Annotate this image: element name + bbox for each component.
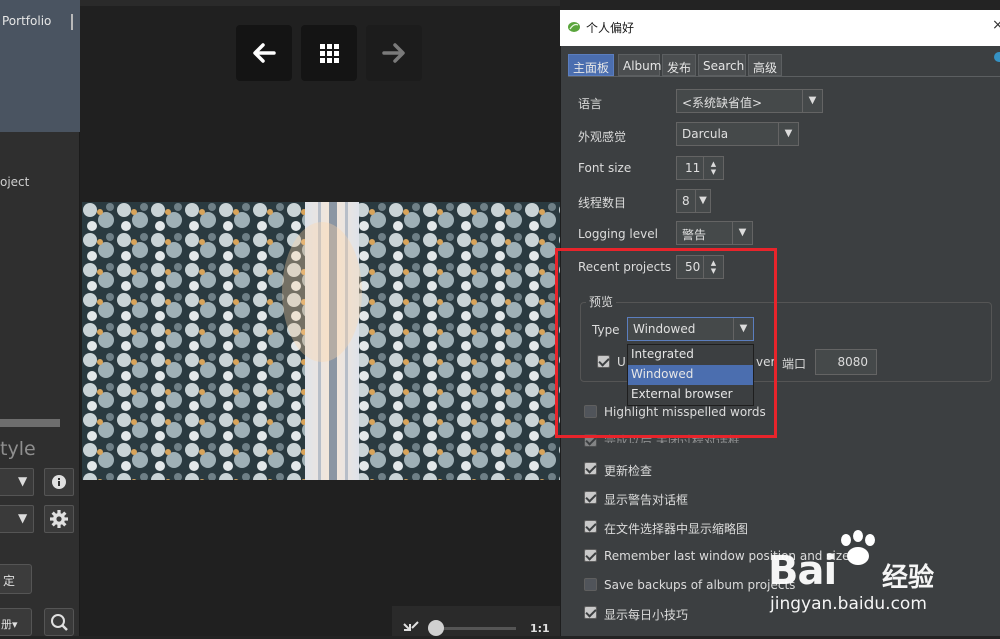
chevron-down-icon: ▼ xyxy=(18,511,28,525)
look-feel-select[interactable]: Darcula ▼ xyxy=(676,122,799,146)
forward-arrow-icon xyxy=(382,43,405,63)
watermark-brand: Bai xyxy=(768,548,837,594)
language-select[interactable]: <系统缺省值> ▼ xyxy=(676,89,823,113)
file-chooser-thumbnails-label: 在文件选择器中显示缩略图 xyxy=(604,522,749,536)
apply-label: 定 xyxy=(3,574,16,588)
show-warnings-label: 显示警告对话框 xyxy=(604,493,689,507)
portfolio-title: Portfolio xyxy=(2,14,52,28)
apply-button[interactable]: 定 xyxy=(0,564,32,594)
logging-level-label: Logging level xyxy=(578,227,658,241)
port-label: 端口 xyxy=(782,357,807,371)
file-chooser-thumbnails-checkbox[interactable] xyxy=(584,520,597,533)
project-label[interactable]: oject xyxy=(0,175,29,189)
tab-advanced[interactable]: 高级 xyxy=(748,54,782,76)
top-toolbar xyxy=(80,0,560,6)
language-label: 语言 xyxy=(578,97,603,111)
album-select-label: 册▾ xyxy=(1,618,18,631)
zoom-slider-handle[interactable] xyxy=(428,620,444,636)
chevron-down-icon: ▼ xyxy=(732,222,752,244)
tab-main[interactable]: 主面板 xyxy=(568,54,614,76)
grid-icon xyxy=(320,44,339,63)
save-backups-label: Save backups of album projects xyxy=(604,578,796,592)
font-size-label: Font size xyxy=(578,161,632,175)
look-feel-value: Darcula xyxy=(682,127,729,141)
gear-icon xyxy=(50,510,68,528)
spinner-arrows-icon[interactable]: ▲ ▼ xyxy=(703,157,723,179)
settings-button[interactable] xyxy=(44,505,74,533)
style-select-2[interactable] xyxy=(0,505,34,533)
tab-divider xyxy=(568,76,1000,77)
info-icon xyxy=(52,475,66,489)
paw-logo-icon xyxy=(836,530,884,573)
tab-album[interactable]: Album xyxy=(618,54,661,76)
look-feel-label: 外观感觉 xyxy=(578,130,627,144)
daily-tips-label: 显示每日小技巧 xyxy=(604,608,689,622)
save-backups-checkbox[interactable] xyxy=(584,578,597,591)
splitter-handle[interactable] xyxy=(71,14,73,30)
app-leaf-icon xyxy=(567,20,581,37)
style-select-1[interactable] xyxy=(0,468,34,496)
threads-value: 8 xyxy=(682,194,690,208)
actual-size-button[interactable]: 1:1 xyxy=(530,622,550,635)
check-updates-checkbox[interactable] xyxy=(584,462,597,475)
tab-search[interactable]: Search xyxy=(698,54,746,76)
port-value: 8080 xyxy=(837,355,868,369)
remember-window-checkbox[interactable] xyxy=(584,549,597,562)
font-size-value: 11 xyxy=(685,161,701,175)
status-indicator xyxy=(994,52,1000,62)
language-value: <系统缺省值> xyxy=(682,96,763,110)
back-button[interactable] xyxy=(236,25,292,81)
dialog-title: 个人偏好 xyxy=(586,21,635,35)
info-button[interactable] xyxy=(44,468,74,496)
winter-forest-road-image xyxy=(82,202,560,480)
threads-select[interactable]: 8 ▼ xyxy=(676,189,711,213)
album-select[interactable]: 册▾ xyxy=(0,608,32,636)
photo-preview[interactable] xyxy=(82,202,560,480)
logging-level-value: 警告 xyxy=(682,228,707,242)
close-icon[interactable]: × xyxy=(992,17,1000,33)
grid-button[interactable] xyxy=(301,25,357,81)
chevron-down-icon: ▼ xyxy=(695,190,710,212)
forward-button[interactable] xyxy=(366,25,422,81)
watermark-url: jingyan.baidu.com xyxy=(770,594,927,614)
fit-screen-icon[interactable] xyxy=(403,621,419,631)
search-icon xyxy=(51,614,68,631)
back-arrow-icon xyxy=(253,43,276,63)
threads-label: 线程数目 xyxy=(578,196,627,210)
check-updates-label: 更新检查 xyxy=(604,464,653,478)
chevron-down-icon: ▼ xyxy=(778,123,798,145)
highlight-annotation-box xyxy=(555,248,777,438)
logging-level-select[interactable]: 警告 ▼ xyxy=(676,221,753,245)
port-input[interactable]: 8080 xyxy=(815,349,877,375)
style-heading: tyle xyxy=(0,438,36,460)
watermark-brand-cn: 经验 xyxy=(882,563,935,593)
tab-publish[interactable]: 发布 xyxy=(662,54,696,76)
chevron-down-icon: ▼ xyxy=(18,474,28,488)
font-size-spinner[interactable]: 11 ▲ ▼ xyxy=(676,156,724,180)
daily-tips-checkbox[interactable] xyxy=(584,606,597,619)
show-warnings-checkbox[interactable] xyxy=(584,491,597,504)
horizontal-scrollbar[interactable] xyxy=(0,419,60,427)
chevron-down-icon: ▼ xyxy=(802,90,822,112)
search-button[interactable] xyxy=(44,608,74,636)
